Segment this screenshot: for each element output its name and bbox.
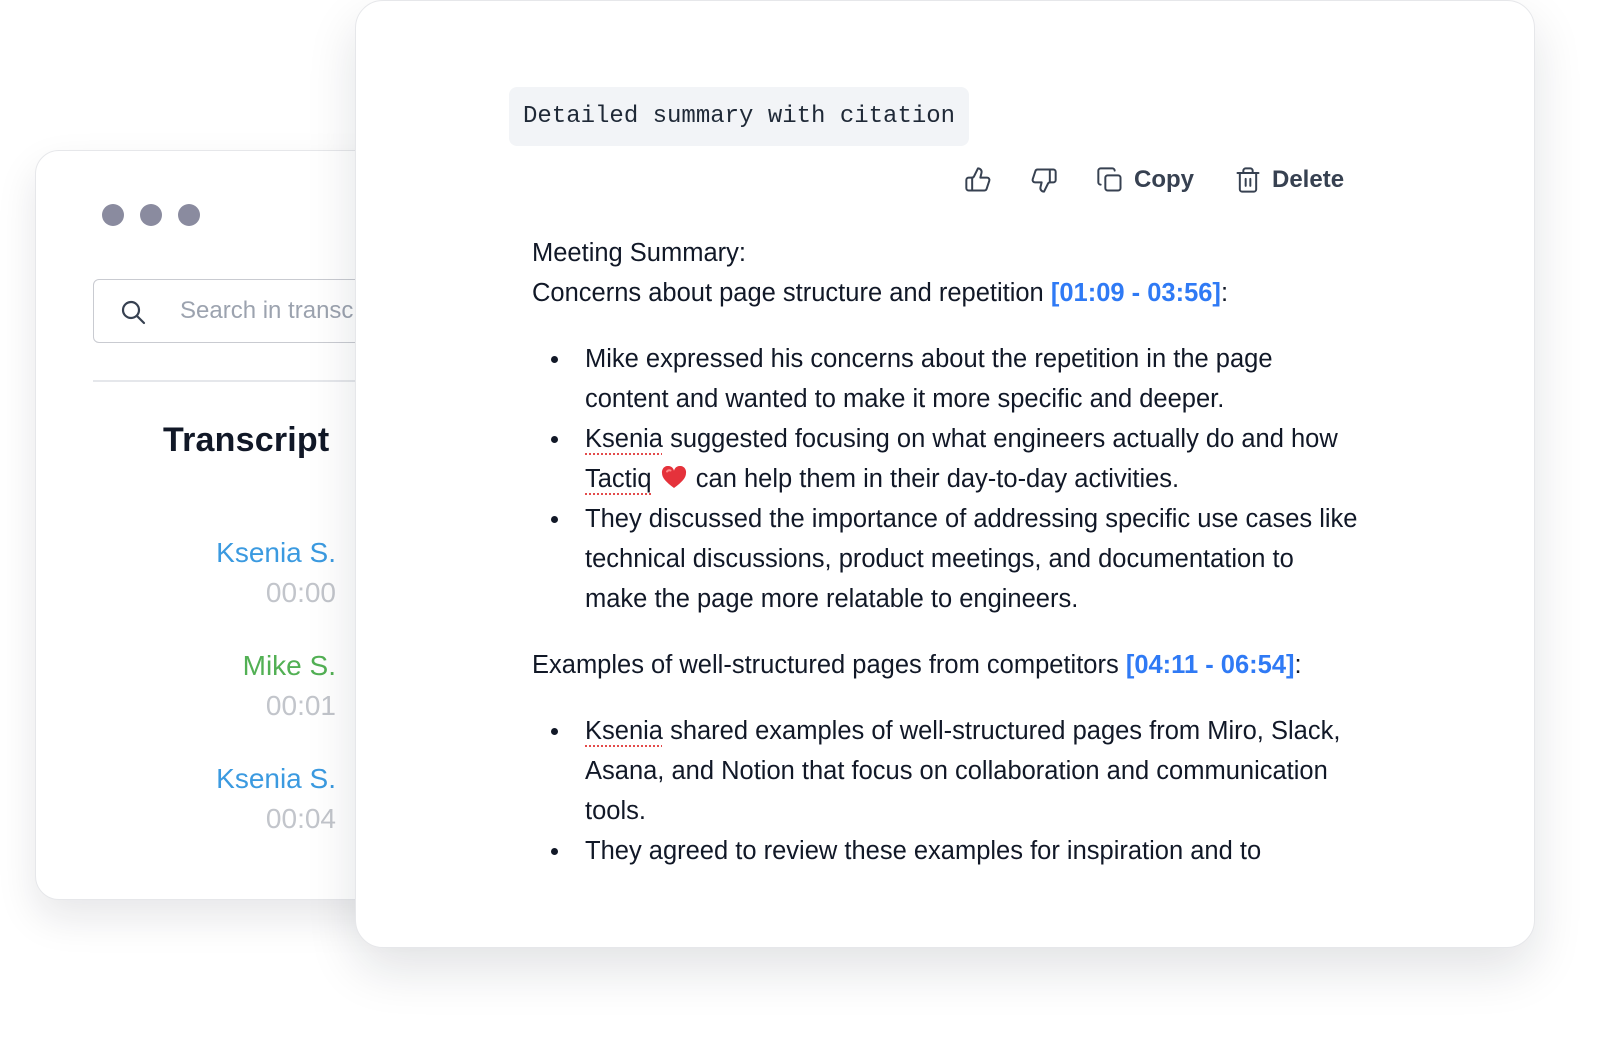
- section-heading: Concerns about page structure and repeti…: [532, 279, 1229, 307]
- window-dot-2[interactable]: [140, 204, 162, 226]
- bullet-text: They agreed to review these examples for…: [585, 837, 1262, 865]
- bullet-list: Ksenia shared examples of well-structure…: [532, 711, 1362, 871]
- list-item: Ksenia suggested focusing on what engine…: [532, 419, 1362, 499]
- timestamp[interactable]: 00:01: [216, 686, 336, 726]
- prompt-chip: Detailed summary with citation: [509, 87, 970, 146]
- transcript-entry[interactable]: Mike S. 00:01: [216, 646, 336, 759]
- delete-button[interactable]: Delete: [1234, 166, 1344, 194]
- list-item: They discussed the importance of address…: [532, 499, 1362, 619]
- speaker-name[interactable]: Ksenia S.: [216, 533, 336, 573]
- section-title: Examples of well-structured pages from c…: [532, 651, 1119, 679]
- citation-link[interactable]: [01:09 - 03:56]: [1051, 279, 1221, 307]
- bullet-list: Mike expressed his concerns about the re…: [532, 339, 1362, 619]
- bullet-text: shared examples of well-structured pages…: [585, 717, 1341, 825]
- thumbs-down-icon: [1031, 168, 1057, 193]
- transcript-title: Transcript: [163, 421, 330, 459]
- bullet-text: They discussed the importance of address…: [585, 505, 1358, 613]
- timestamp[interactable]: 00:04: [216, 799, 336, 839]
- bullet-text: suggested focusing on what engineers act…: [662, 425, 1338, 453]
- speaker-mention: Ksenia: [585, 425, 663, 453]
- heart-icon: [661, 466, 686, 488]
- transcript-entry[interactable]: Ksenia S. 00:00: [216, 533, 336, 646]
- speaker-mention: Ksenia: [585, 717, 663, 745]
- summary-panel: Detailed summary with citation Copy Dele…: [355, 0, 1535, 948]
- list-item: Mike expressed his concerns about the re…: [532, 339, 1362, 419]
- timestamp[interactable]: 00:00: [216, 573, 336, 613]
- brand-mention: Tactiq: [585, 465, 652, 493]
- citation-link[interactable]: [04:11 - 06:54]: [1126, 651, 1295, 679]
- bullet-text: can help them in their day-to-day activi…: [688, 465, 1180, 493]
- response-actions: Copy Delete: [964, 159, 1344, 201]
- section-heading: Examples of well-structured pages from c…: [532, 651, 1302, 679]
- window-controls: [102, 204, 200, 226]
- speaker-name[interactable]: Ksenia S.: [216, 759, 336, 799]
- dislike-button[interactable]: [1030, 166, 1058, 194]
- window-dot-3[interactable]: [178, 204, 200, 226]
- trash-icon: [1236, 167, 1260, 193]
- transcript-entry[interactable]: Ksenia S. 00:04: [216, 759, 336, 872]
- thumbs-up-icon: [965, 167, 991, 192]
- summary-heading: Meeting Summary:: [532, 239, 746, 267]
- search-icon: [121, 300, 146, 325]
- section-title: Concerns about page structure and repeti…: [532, 279, 1044, 307]
- window-dot-1[interactable]: [102, 204, 124, 226]
- speaker-list: Ksenia S. 00:00 Mike S. 00:01 Ksenia S. …: [216, 533, 336, 872]
- list-item: They agreed to review these examples for…: [532, 831, 1362, 871]
- summary-content: Meeting Summary: Concerns about page str…: [532, 233, 1362, 897]
- copy-button[interactable]: Copy: [1096, 166, 1194, 194]
- like-button[interactable]: [964, 166, 992, 194]
- speaker-name[interactable]: Mike S.: [216, 646, 336, 686]
- list-item: Ksenia shared examples of well-structure…: [532, 711, 1362, 831]
- bullet-text: Mike expressed his concerns about the re…: [585, 345, 1273, 413]
- copy-icon: [1097, 167, 1122, 192]
- delete-label: Delete: [1272, 166, 1345, 193]
- copy-label: Copy: [1134, 166, 1194, 193]
